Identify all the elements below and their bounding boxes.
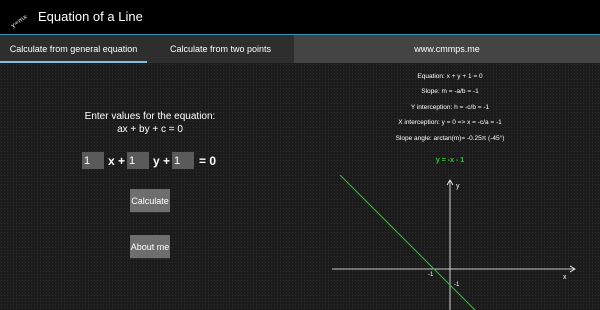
slope-angle-result: Slope angle: arctan(m)= -0.25π (-45°) — [395, 135, 505, 142]
y-plus-label: y + — [153, 153, 171, 168]
x-tick-label: -1 — [428, 272, 434, 278]
tab-two-points-label: Calculate from two points — [169, 44, 272, 54]
tab-general-equation-label: Calculate from general equation — [9, 44, 138, 54]
y-axis-label: y — [456, 183, 460, 190]
app-title: Equation of a Line — [38, 9, 143, 24]
general-form-label: ax + by + c = 0 — [117, 124, 183, 135]
app-icon: y=mx+h — [10, 8, 27, 29]
slope-result: Slope: m = -a/b = -1 — [421, 88, 479, 95]
y-intercept-result: Y interception: h = -c/b = -1 — [410, 104, 490, 111]
line-graph: y x -1 -1 — [332, 175, 576, 310]
x-plus-label: x + — [108, 153, 126, 168]
equation-prompt: Enter values for the equation: — [84, 111, 216, 122]
equals-zero-label: = 0 — [199, 153, 217, 168]
selected-tab-indicator — [0, 61, 147, 63]
x-axis-label: x — [563, 274, 567, 281]
x-intercept-result: X interception: y = 0 => x = -c/a = -1 — [398, 119, 502, 126]
plotted-line — [339, 175, 476, 310]
tab-website-label: www.cmmps.me — [414, 44, 480, 54]
tab-general-equation[interactable]: Calculate from general equation — [0, 35, 147, 63]
equation-result: Equation: x + y + 1 = 0 — [417, 73, 483, 80]
line-equation: y = -x - 1 — [435, 157, 465, 164]
coefficient-b-input[interactable]: 1 — [127, 152, 149, 169]
action-bar: y=mx+h Equation of a Line — [0, 0, 600, 34]
y-tick-label: -1 — [454, 282, 460, 288]
coefficient-a-input[interactable]: 1 — [82, 152, 104, 169]
about-me-button[interactable]: About me — [130, 235, 170, 258]
app-icon-text: y=mx+h — [10, 8, 27, 29]
constant-c-input[interactable]: 1 — [172, 152, 194, 169]
calculate-button[interactable]: Calculate — [130, 189, 170, 212]
tab-two-points[interactable]: Calculate from two points — [147, 35, 294, 63]
tab-bar: Calculate from general equation Calculat… — [0, 34, 600, 63]
tab-website[interactable]: www.cmmps.me — [294, 35, 600, 63]
